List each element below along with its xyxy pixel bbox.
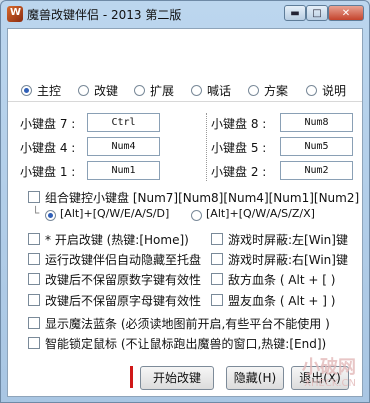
window-title: 魔兽改键伴侣 - 2013 第二版 <box>27 8 182 22</box>
drop-letter-keys-checkbox[interactable] <box>28 294 40 306</box>
enable-remap-label: * 开启改键 (热键:[Home]) <box>45 233 189 247</box>
tab-scheme-radio[interactable] <box>248 85 259 96</box>
combo-option-b-radio[interactable] <box>191 210 202 221</box>
tab-shout[interactable]: 喊话 <box>207 82 231 99</box>
start-remap-button[interactable]: 开始改键 <box>140 366 214 390</box>
keypad-7-label: 小键盘 7 : <box>20 117 76 131</box>
combo-keypad-checkbox[interactable] <box>28 191 40 203</box>
tab-shout-radio[interactable] <box>191 85 202 96</box>
drop-letter-keys-label: 改键后不保留原字母键有效性 <box>45 294 202 308</box>
keypad-4-input[interactable]: Num4 <box>87 137 160 156</box>
combo-tree-connector: └ <box>32 206 40 220</box>
tab-main-radio[interactable] <box>21 85 32 96</box>
active-indicator <box>130 366 133 388</box>
maximize-button[interactable]: □ <box>306 5 328 21</box>
tab-extend-radio[interactable] <box>134 85 145 96</box>
combo-option-b-label[interactable]: [Alt]+[Q/W/A/S/Z/X] <box>206 207 315 220</box>
block-left-win-label: 游戏时屏蔽:左[Win]键 <box>228 233 348 247</box>
keypad-2-label: 小键盘 2 : <box>211 165 267 179</box>
ally-healthbar-label: 盟友血条 ( Alt + ] ) <box>228 294 336 308</box>
main-panel: 主控 改键 扩展 喊话 方案 说明 小键盘 7 : Ctrl 小键盘 4 : N… <box>7 28 363 397</box>
keypad-5-input[interactable]: Num5 <box>280 137 353 156</box>
watermark: 小破网 XHECK.CN <box>302 357 356 392</box>
keypad-divider <box>206 113 207 181</box>
show-mana-label: 显示魔法蓝条 (必须读地图前开启,有些平台不能使用 ) <box>45 317 330 331</box>
drop-number-keys-checkbox[interactable] <box>28 273 40 285</box>
auto-hide-tray-label: 运行改键伴侣自动隐藏至托盘 <box>45 253 202 267</box>
keypad-1-input[interactable]: Num1 <box>87 161 160 180</box>
block-right-win-label: 游戏时屏蔽:右[Win]键 <box>228 253 348 267</box>
tab-divider <box>8 101 362 102</box>
show-mana-checkbox[interactable] <box>28 317 40 329</box>
block-right-win-checkbox[interactable] <box>211 253 223 265</box>
enemy-healthbar-label: 敌方血条 ( Alt + [ ) <box>228 273 336 287</box>
keypad-7-input[interactable]: Ctrl <box>87 113 160 132</box>
keypad-4-label: 小键盘 4 : <box>20 141 76 155</box>
tab-help[interactable]: 说明 <box>322 82 346 99</box>
combo-option-a-radio[interactable] <box>45 210 56 221</box>
tab-remap[interactable]: 改键 <box>94 82 118 99</box>
drop-number-keys-label: 改键后不保留原数字键有效性 <box>45 273 202 287</box>
tab-main[interactable]: 主控 <box>37 82 61 99</box>
enemy-healthbar-checkbox[interactable] <box>211 273 223 285</box>
keypad-8-label: 小键盘 8 : <box>211 117 267 131</box>
auto-hide-tray-checkbox[interactable] <box>28 253 40 265</box>
hide-button[interactable]: 隐藏(H) <box>226 366 284 390</box>
keypad-8-input[interactable]: Num8 <box>280 113 353 132</box>
keypad-2-input[interactable]: Num2 <box>280 161 353 180</box>
watermark-sub: XHECK.CN <box>304 378 356 389</box>
watermark-main: 小破网 <box>302 357 356 378</box>
ally-healthbar-checkbox[interactable] <box>211 294 223 306</box>
keypad-1-label: 小键盘 1 : <box>20 165 76 179</box>
minimize-button[interactable]: ▬ <box>284 5 306 21</box>
enable-remap-checkbox[interactable] <box>28 233 40 245</box>
combo-keypad-label: 组合键控小键盘 [Num7][Num8][Num4][Num1][Num2] <box>45 191 360 205</box>
close-button[interactable]: ✕ <box>328 5 364 21</box>
tab-scheme[interactable]: 方案 <box>264 82 288 99</box>
keypad-5-label: 小键盘 5 : <box>211 141 267 155</box>
lock-mouse-checkbox[interactable] <box>28 337 40 349</box>
tab-extend[interactable]: 扩展 <box>150 82 174 99</box>
app-icon: W <box>7 6 23 22</box>
combo-option-a-label[interactable]: [Alt]+[Q/W/E/A/S/D] <box>60 207 169 220</box>
app-window: W 魔兽改键伴侣 - 2013 第二版 ▬ □ ✕ 主控 改键 扩展 喊话 方案… <box>0 0 370 403</box>
lock-mouse-label: 智能锁定鼠标 (不让鼠标跑出魔兽的窗口,热键:[End]) <box>45 337 327 351</box>
tab-help-radio[interactable] <box>306 85 317 96</box>
title-bar[interactable]: W 魔兽改键伴侣 - 2013 第二版 ▬ □ ✕ <box>1 1 369 27</box>
tab-remap-radio[interactable] <box>78 85 89 96</box>
block-left-win-checkbox[interactable] <box>211 233 223 245</box>
